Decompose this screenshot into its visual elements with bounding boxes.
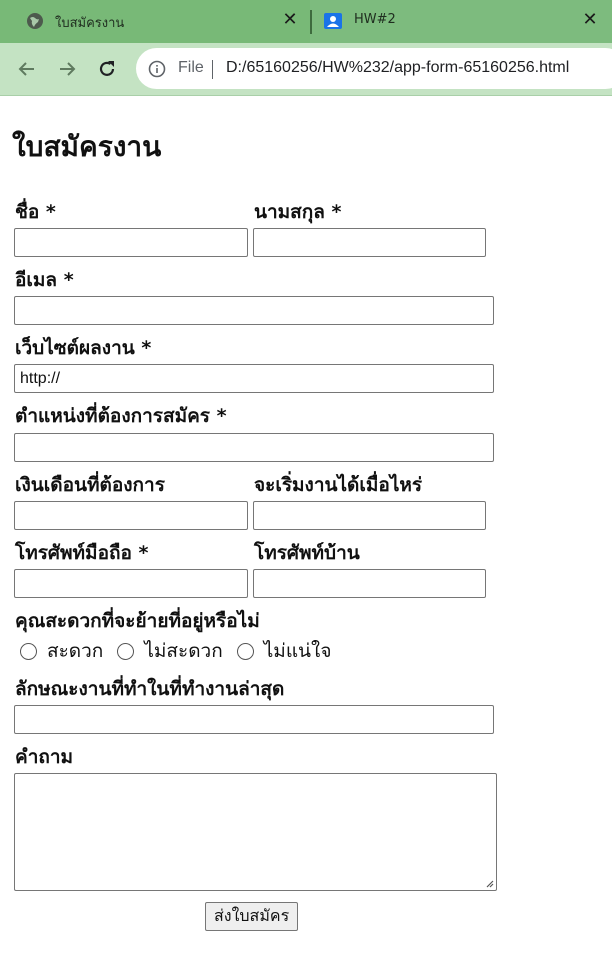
salary-field[interactable] bbox=[14, 501, 248, 530]
url-text[interactable]: D:/65160256/HW%232/app-form-65160256.htm… bbox=[226, 59, 569, 77]
globe-icon bbox=[27, 13, 43, 29]
position-label: ตำแหน่งที่ต้องการสมัคร * bbox=[15, 405, 227, 427]
portfolio-site-label: เว็บไซต์ผลงาน * bbox=[15, 337, 152, 359]
reload-button[interactable] bbox=[93, 55, 121, 83]
relocate-option-label: ไม่สะดวก bbox=[144, 640, 223, 662]
submit-button[interactable]: ส่งใบสมัคร bbox=[205, 902, 299, 931]
last-name-field[interactable] bbox=[253, 228, 486, 257]
start-date-field[interactable] bbox=[253, 501, 486, 530]
arrow-left-icon bbox=[18, 62, 34, 76]
contact-icon bbox=[324, 13, 342, 29]
relocate-radio-yes[interactable] bbox=[20, 642, 37, 660]
tab-application-form[interactable]: ใบสมัครงาน ✕ bbox=[0, 0, 310, 43]
portfolio-site-field[interactable] bbox=[14, 364, 494, 393]
mobile-phone-field[interactable] bbox=[14, 569, 248, 598]
start-date-label: จะเริ่มงานได้เมื่อไหร่ bbox=[254, 474, 423, 496]
relocate-radio-unsure[interactable] bbox=[236, 642, 254, 660]
browser-toolbar: File D:/65160256/HW%232/app-form-6516025… bbox=[0, 43, 612, 96]
tab-title: HW#2 bbox=[354, 12, 396, 27]
first-name-field[interactable] bbox=[14, 228, 248, 257]
reload-icon bbox=[99, 61, 115, 76]
page-content: ใบสมัครงาน ชื่อ * นามสกุล * อีเมล * เว็บ… bbox=[0, 97, 612, 973]
back-button[interactable] bbox=[13, 55, 41, 83]
position-field[interactable] bbox=[14, 433, 494, 462]
relocate-option-label: ไม่แน่ใจ bbox=[263, 640, 332, 662]
relocate-radio-group: สะดวก ไม่สะดวก ไม่แน่ใจ bbox=[20, 637, 345, 665]
info-icon[interactable] bbox=[148, 60, 166, 78]
omnibox-divider bbox=[212, 60, 213, 79]
last-name-label: นามสกุล * bbox=[254, 201, 342, 223]
home-phone-field[interactable] bbox=[253, 569, 486, 598]
relocate-radio-no[interactable] bbox=[117, 642, 135, 660]
arrow-right-icon bbox=[60, 62, 76, 76]
question-textarea[interactable] bbox=[14, 773, 497, 891]
email-field[interactable] bbox=[14, 296, 494, 325]
tab-strip: ใบสมัครงาน ✕ HW#2 ✕ bbox=[0, 0, 612, 43]
relocate-label: คุณสะดวกที่จะย้ายที่อยู่หรือไม่ bbox=[15, 610, 260, 632]
email-label: อีเมล * bbox=[15, 269, 74, 291]
page-title: ใบสมัครงาน bbox=[12, 130, 162, 163]
mobile-phone-label: โทรศัพท์มือถือ * bbox=[15, 542, 149, 564]
last-job-label: ลักษณะงานที่ทำในที่ทำงานล่าสุด bbox=[15, 678, 285, 700]
forward-button[interactable] bbox=[53, 55, 81, 83]
tab-title: ใบสมัครงาน bbox=[55, 16, 125, 31]
home-phone-label: โทรศัพท์บ้าน bbox=[254, 542, 360, 564]
salary-label: เงินเดือนที่ต้องการ bbox=[15, 474, 165, 496]
tab-hw2[interactable]: HW#2 ✕ bbox=[312, 0, 612, 43]
relocate-option-label: สะดวก bbox=[47, 640, 104, 662]
close-tab-icon[interactable]: ✕ bbox=[280, 10, 300, 30]
last-job-field[interactable] bbox=[14, 705, 494, 734]
address-bar[interactable]: File D:/65160256/HW%232/app-form-6516025… bbox=[136, 48, 612, 89]
first-name-label: ชื่อ * bbox=[15, 201, 56, 223]
question-label: คำถาม bbox=[15, 746, 74, 768]
close-tab-icon[interactable]: ✕ bbox=[580, 10, 600, 30]
resize-grip-icon[interactable] bbox=[484, 878, 494, 888]
scheme-label: File bbox=[178, 59, 204, 76]
